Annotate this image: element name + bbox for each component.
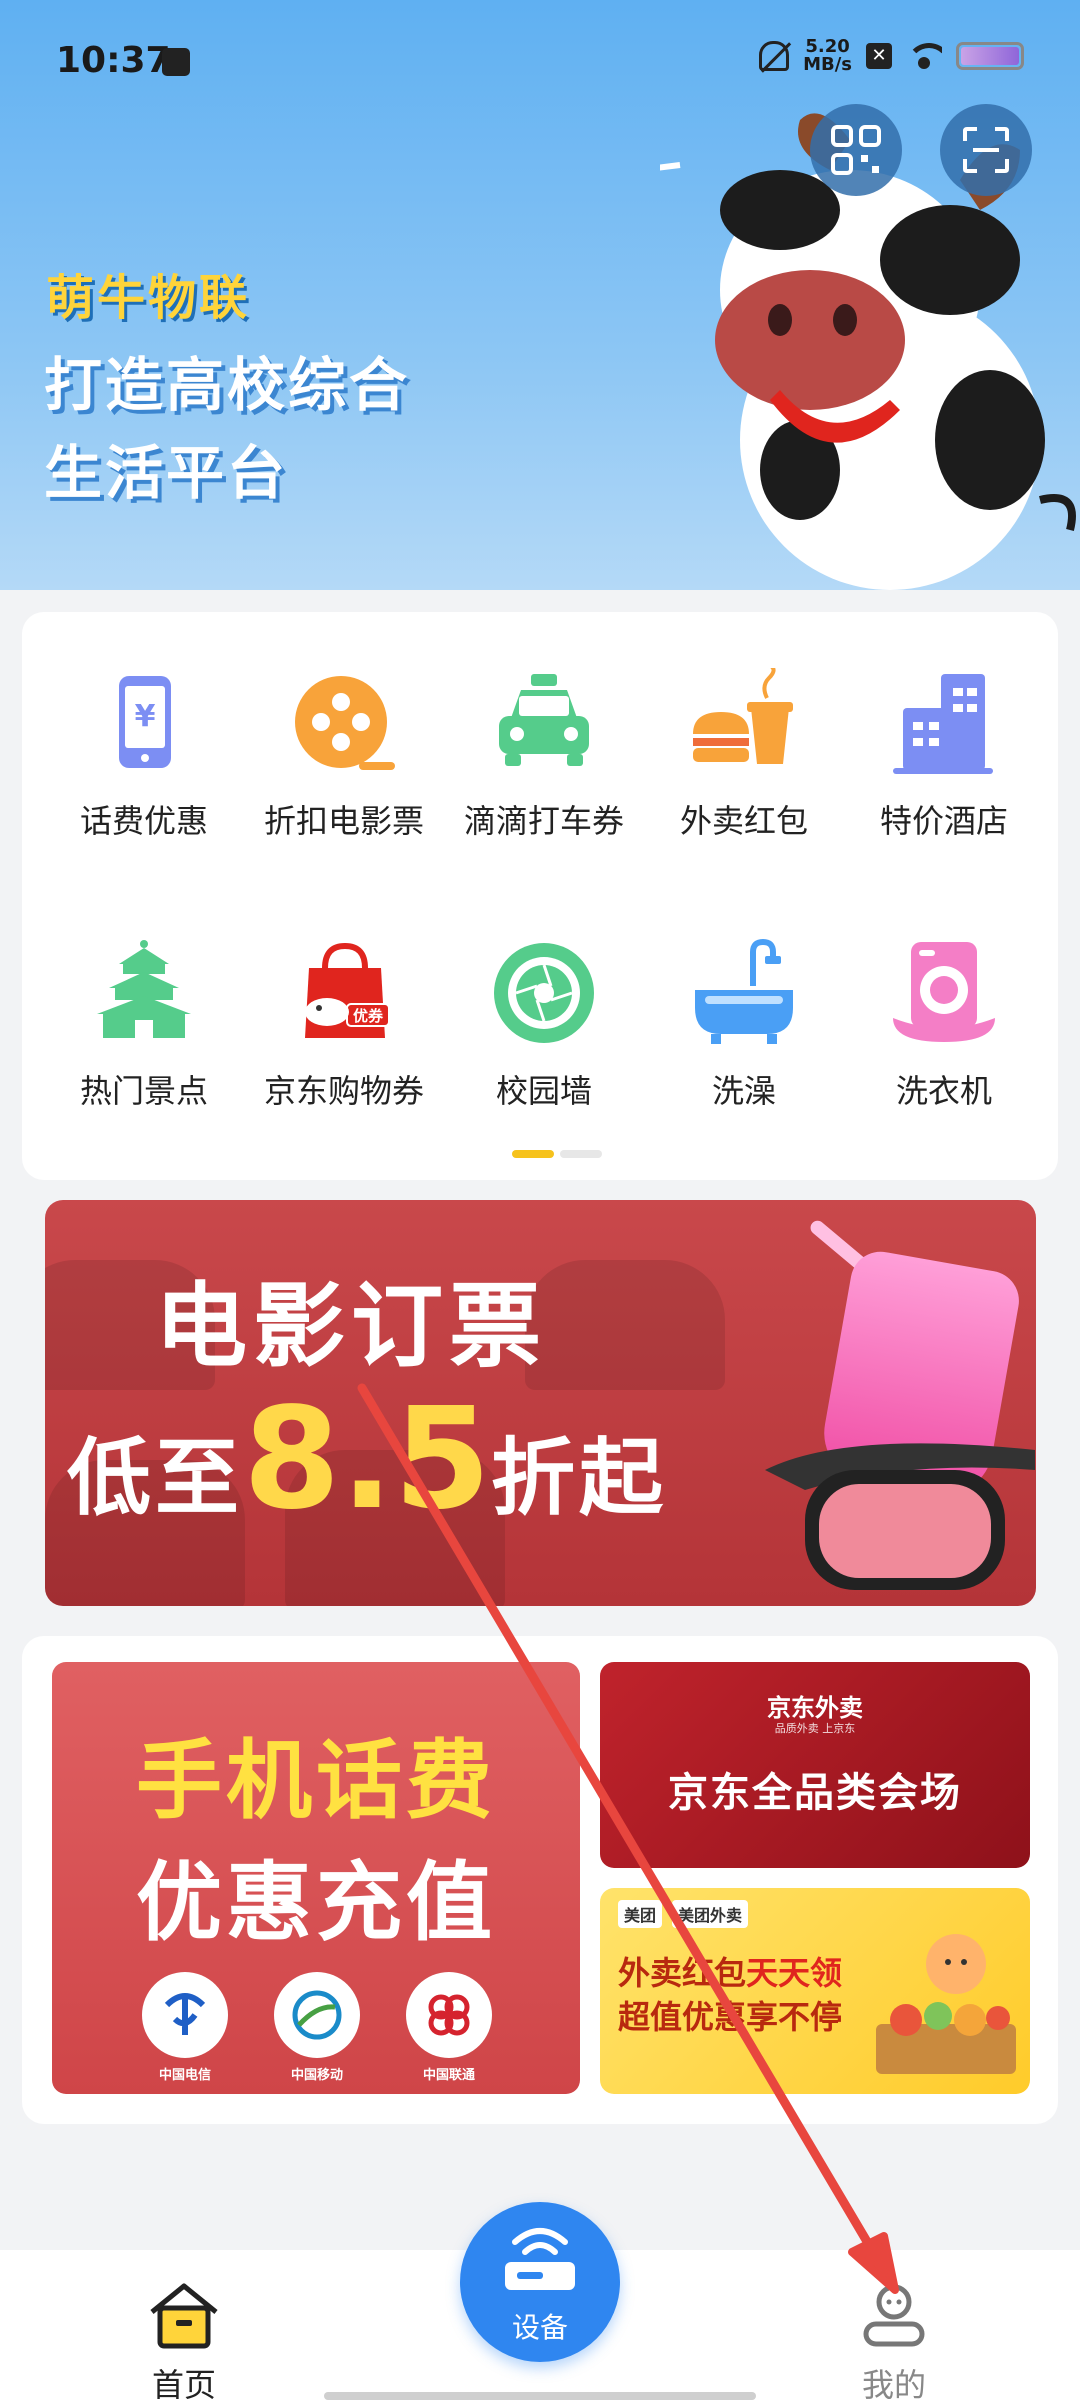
meituan-logo: 美团 — [618, 1900, 663, 1928]
home-indicator[interactable] — [324, 2392, 756, 2400]
carrier-mobile: 中国移动 — [272, 1972, 362, 2083]
hero-banner: 10:37 5.20 MB/s ✕ 萌牛物联 打造高校综合 生活平台 — [0, 0, 1080, 590]
grid-item-campus-wall[interactable]: 校园墙 — [444, 938, 644, 1112]
phone-card-title: 手机话费 — [136, 1731, 496, 1831]
grid-item-washing-machine[interactable]: 洗衣机 — [844, 938, 1044, 1112]
phone-recharge-card[interactable]: 手机话费 优惠充值 中国电信 中国移动 中国联通 — [52, 1662, 580, 2094]
carrier-telecom: 中国电信 — [140, 1972, 230, 2083]
movie-banner-title: 电影订票 — [155, 1273, 548, 1380]
page-indicator — [512, 1150, 602, 1158]
device-button-label: 设备 — [511, 2311, 568, 2344]
china-telecom-logo-icon — [142, 1972, 228, 2058]
meituan-card-line2: 超值优惠享不停 — [618, 1998, 843, 2036]
hero-brand: 萌牛物联 — [46, 270, 251, 326]
network-speed-unit: MB/s — [803, 54, 852, 75]
bathtub-icon — [695, 938, 793, 1044]
battery-icon — [956, 42, 1024, 70]
grid-label-hotel: 特价酒店 — [879, 802, 1008, 840]
meituan-logos: 美团 美团外卖 — [618, 1900, 749, 1928]
status-bar: 10:37 5.20 MB/s ✕ — [0, 0, 1080, 120]
food-basket-illustration — [876, 1934, 1016, 2074]
film-reel-icon — [295, 676, 395, 770]
grid-label-washing-machine: 洗衣机 — [895, 1072, 992, 1110]
service-grid-card: ¥ 话费优惠 折扣电影票 滴滴打车券 外卖红包 特价酒店 热门景点 优券 京东购… — [22, 612, 1058, 1180]
scan-icon — [963, 127, 1009, 173]
device-button[interactable]: 设备 — [460, 2202, 620, 2362]
shutter-icon — [494, 943, 594, 1043]
movie-banner-prefix: 低至 — [67, 1429, 244, 1527]
svg-text:¥: ¥ — [135, 699, 156, 734]
tab-mine-label: 我的 — [861, 2366, 926, 2404]
sim-card-icon — [162, 48, 190, 76]
grid-label-movie-ticket: 折扣电影票 — [263, 802, 424, 840]
svg-text:优券: 优券 — [353, 1007, 384, 1025]
movie-banner-subtitle: 低至8.5折起 — [67, 1378, 667, 1541]
meituan-line1-highlight: 天天领 — [746, 1954, 843, 1992]
seat-decoration — [525, 1260, 725, 1390]
qr-code-button[interactable] — [810, 104, 902, 196]
tab-mine[interactable]: 我的 — [814, 2280, 974, 2406]
phone-yen-icon: ¥ — [119, 676, 171, 768]
grid-label-campus-wall: 校园墙 — [495, 1072, 592, 1110]
home-icon — [150, 2283, 218, 2349]
status-time: 10:37 — [56, 40, 171, 81]
scan-button[interactable] — [940, 104, 1032, 196]
movie-ticket-banner[interactable]: 电影订票 低至8.5折起 — [45, 1200, 1036, 1606]
promo-section: 手机话费 优惠充值 中国电信 中国移动 中国联通 京东外卖 品质外卖 上京东 京… — [22, 1636, 1058, 2124]
grid-item-takeout-coupon[interactable]: 外卖红包 — [644, 664, 844, 842]
grid-label-attractions: 热门景点 — [79, 1072, 208, 1110]
grid-item-shower[interactable]: 洗澡 — [644, 938, 844, 1112]
tab-home-label: 首页 — [151, 2366, 216, 2404]
router-icon — [505, 2228, 575, 2290]
temple-icon — [97, 940, 191, 1038]
burger-drink-icon — [693, 664, 793, 764]
movie-banner-suffix: 折起 — [491, 1429, 668, 1527]
washing-machine-icon — [893, 942, 995, 1042]
3d-glasses-illustration — [765, 1443, 1035, 1590]
phone-card-subtitle: 优惠充值 — [136, 1853, 496, 1953]
profile-icon — [863, 2284, 925, 2347]
grid-label-jd-coupon: 京东购物券 — [263, 1072, 424, 1110]
grid-item-movie-ticket[interactable]: 折扣电影票 — [244, 668, 444, 842]
jd-takeout-logo-sub: 品质外卖 上京东 — [774, 1722, 856, 1735]
jd-takeout-card[interactable]: 京东外卖 品质外卖 上京东 京东全品类会场 — [600, 1662, 1030, 1868]
carrier-mobile-label: 中国移动 — [290, 2068, 343, 2083]
grid-item-jd-coupon[interactable]: 优券 京东购物券 — [244, 938, 444, 1112]
taxi-icon — [499, 674, 589, 766]
movie-banner-discount: 8.5 — [243, 1378, 492, 1541]
bell-muted-icon — [759, 41, 790, 71]
jd-card-title: 京东全品类会场 — [668, 1770, 962, 1816]
grid-label-didi-taxi: 滴滴打车券 — [463, 802, 624, 840]
hotel-building-icon — [893, 674, 993, 774]
grid-item-phone-bill[interactable]: ¥ 话费优惠 — [44, 668, 244, 842]
status-icons: 5.20 MB/s ✕ — [759, 38, 1024, 74]
meituan-takeout-card[interactable]: 美团 美团外卖 外卖红包天天领 超值优惠享不停 — [600, 1888, 1030, 2094]
grid-label-shower: 洗澡 — [711, 1072, 776, 1110]
grid-item-attractions[interactable]: 热门景点 — [44, 938, 244, 1112]
qr-code-icon — [831, 125, 881, 175]
no-sim-icon: ✕ — [866, 43, 892, 69]
page-dot — [560, 1150, 602, 1158]
jd-takeout-logo: 京东外卖 — [767, 1694, 863, 1722]
tab-home[interactable]: 首页 — [104, 2280, 264, 2406]
meituan-takeout-logo: 美团外卖 — [672, 1900, 749, 1928]
carrier-telecom-label: 中国电信 — [158, 2068, 211, 2083]
grid-label-takeout-coupon: 外卖红包 — [679, 802, 808, 840]
hero-tagline-line1: 打造高校综合 — [44, 351, 411, 419]
grid-label-phone-bill: 话费优惠 — [79, 802, 208, 840]
meituan-line1-prefix: 外卖红包 — [618, 1954, 747, 1992]
hero-tagline-line2: 生活平台 — [44, 439, 289, 507]
china-unicom-logo-icon — [406, 1972, 492, 2058]
grid-item-didi-taxi[interactable]: 滴滴打车券 — [444, 668, 644, 842]
meituan-card-line1: 外卖红包天天领 — [618, 1948, 842, 1994]
wifi-icon — [906, 43, 942, 69]
china-mobile-logo-icon — [274, 1972, 360, 2058]
carrier-unicom: 中国联通 — [404, 1972, 494, 2083]
grid-item-hotel[interactable]: 特价酒店 — [844, 668, 1044, 842]
network-speed: 5.20 MB/s — [803, 38, 852, 74]
page-dot-active — [512, 1150, 554, 1158]
carrier-unicom-label: 中国联通 — [422, 2068, 475, 2083]
shopping-bag-icon: 优券 — [305, 942, 390, 1038]
